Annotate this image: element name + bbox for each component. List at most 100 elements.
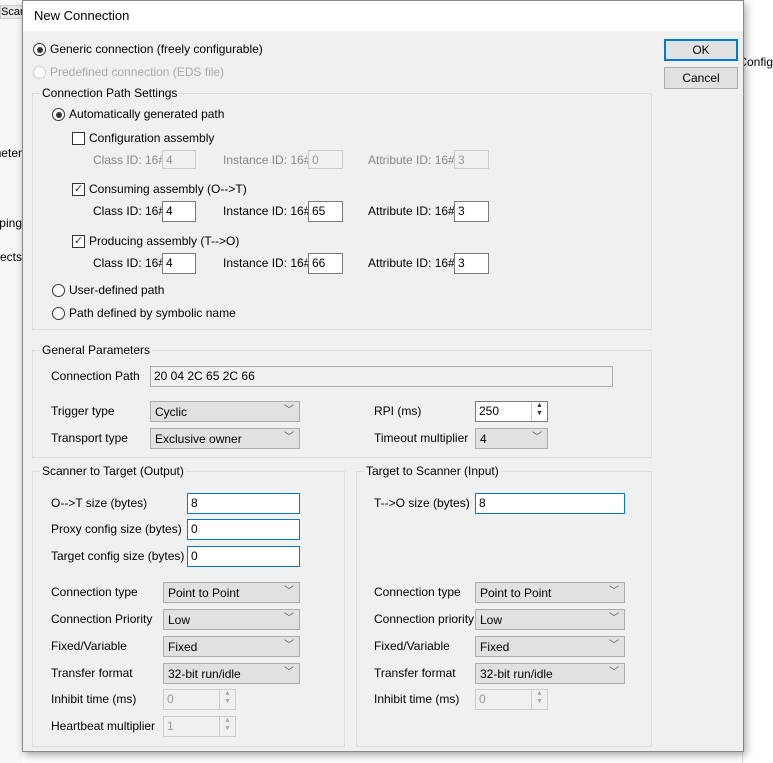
selected-value: Low	[168, 613, 191, 627]
input-transfer-format-select[interactable]: 32-bit run/idle ﹀	[475, 663, 625, 684]
connection-path-label: Connection Path	[51, 369, 140, 383]
auto-path-label[interactable]: Automatically generated path	[69, 107, 224, 121]
bg-tab-scan[interactable]: Scan	[0, 5, 24, 19]
chevron-down-icon: ﹀	[284, 640, 294, 651]
bg-item[interactable]: pping	[0, 216, 22, 230]
selected-value: 32-bit run/idle	[168, 667, 241, 681]
input-connection-type-label: Connection type	[374, 585, 461, 599]
consuming-instance-id-input[interactable]: 65	[308, 201, 343, 222]
target-config-size-input[interactable]: 0	[187, 546, 300, 567]
generic-connection-label[interactable]: Generic connection (freely configurable)	[50, 42, 263, 56]
output-inhibit-time-label: Inhibit time (ms)	[51, 692, 137, 706]
group-legend: Scanner to Target (Output)	[40, 464, 186, 478]
attribute-id-label: Attribute ID: 16#	[368, 153, 455, 167]
output-fixed-variable-select[interactable]: Fixed ﹀	[163, 636, 300, 657]
input-priority-select[interactable]: Low ﹀	[475, 609, 625, 630]
chevron-down-icon: ﹀	[284, 405, 294, 416]
symbolic-path-radio[interactable]	[52, 307, 65, 320]
bg-item[interactable]: meter	[0, 146, 22, 160]
consuming-class-id-input[interactable]: 4	[162, 201, 196, 222]
config-attribute-id-input: 3	[454, 150, 489, 169]
selected-value: Fixed	[480, 640, 510, 654]
group-legend: General Parameters	[40, 343, 153, 357]
predefined-connection-label: Predefined connection (EDS file)	[50, 65, 225, 79]
input-inhibit-time-label: Inhibit time (ms)	[374, 692, 460, 706]
output-priority-select[interactable]: Low ﹀	[163, 609, 300, 630]
rpi-spinbox[interactable]: 250 ▲ ▼	[475, 401, 548, 422]
input-priority-label: Connection priority	[374, 612, 475, 626]
chevron-down-icon: ﹀	[284, 586, 294, 597]
instance-id-label: Instance ID: 16#	[223, 153, 311, 167]
trigger-type-select[interactable]: Cyclic ﹀	[150, 401, 300, 422]
input-transfer-format-label: Transfer format	[374, 666, 456, 680]
producing-instance-id-input[interactable]: 66	[308, 253, 343, 274]
user-defined-path-radio[interactable]	[52, 284, 65, 297]
class-id-label: Class ID: 16#	[93, 256, 166, 270]
consuming-attribute-id-input[interactable]: 3	[454, 201, 489, 222]
connection-path-field: 20 04 2C 65 2C 66	[150, 366, 613, 387]
dialog-title: New Connection	[34, 8, 130, 23]
input-connection-type-select[interactable]: Point to Point ﹀	[475, 582, 625, 603]
user-defined-path-label[interactable]: User-defined path	[69, 283, 164, 297]
to-size-input[interactable]: 8	[475, 493, 625, 514]
output-connection-type-select[interactable]: Point to Point ﹀	[163, 582, 300, 603]
chevron-down-icon: ﹀	[284, 667, 294, 678]
ot-size-input[interactable]: 8	[187, 493, 300, 514]
attribute-id-label: Attribute ID: 16#	[368, 256, 455, 270]
heartbeat-multiplier-label: Heartbeat multiplier	[51, 719, 156, 733]
background-app-right	[742, 0, 773, 763]
transport-type-label: Transport type	[51, 431, 128, 445]
chevron-down-icon: ﹀	[609, 640, 619, 651]
chevron-down-icon: ﹀	[609, 613, 619, 624]
producing-class-id-input[interactable]: 4	[162, 253, 196, 274]
selected-value: Cyclic	[155, 405, 187, 419]
spin-arrows-icon: ▲ ▼	[531, 690, 547, 709]
chevron-down-icon: ﹀	[532, 432, 542, 443]
transport-type-select[interactable]: Exclusive owner ﹀	[150, 428, 300, 449]
config-assembly-label[interactable]: Configuration assembly	[89, 131, 214, 145]
spin-value: 1	[167, 719, 174, 733]
config-instance-id-input: 0	[308, 150, 343, 169]
producing-assembly-checkbox[interactable]: ✓	[72, 235, 85, 248]
spin-arrows-icon: ▲ ▼	[219, 717, 235, 736]
heartbeat-multiplier-spinbox: 1 ▲ ▼	[163, 716, 236, 737]
symbolic-path-label[interactable]: Path defined by symbolic name	[69, 306, 236, 320]
spin-arrows-icon[interactable]: ▲ ▼	[531, 402, 547, 421]
producing-assembly-label[interactable]: Producing assembly (T-->O)	[89, 234, 239, 248]
rpi-label: RPI (ms)	[374, 404, 422, 418]
title-bar: New Connection	[23, 1, 743, 31]
group-legend: Target to Scanner (Input)	[364, 464, 501, 478]
spin-value: 250	[479, 404, 500, 418]
output-connection-type-label: Connection type	[51, 585, 138, 599]
to-size-label: T-->O size (bytes)	[374, 496, 470, 510]
target-config-size-label: Target config size (bytes)	[51, 549, 185, 563]
output-transfer-format-select[interactable]: 32-bit run/idle ﹀	[163, 663, 300, 684]
selected-value: Low	[480, 613, 503, 627]
proxy-config-size-label: Proxy config size (bytes)	[51, 522, 182, 536]
output-priority-label: Connection Priority	[51, 612, 153, 626]
chevron-down-icon: ﹀	[609, 586, 619, 597]
selected-value: 4	[480, 432, 487, 446]
bg-item[interactable]: ects	[0, 250, 22, 264]
selected-value: Point to Point	[168, 586, 240, 600]
auto-path-radio[interactable]	[52, 108, 65, 121]
producing-attribute-id-input[interactable]: 3	[454, 253, 489, 274]
consuming-assembly-checkbox[interactable]: ✓	[72, 183, 85, 196]
generic-connection-radio[interactable]	[33, 43, 46, 56]
timeout-multiplier-select[interactable]: 4 ﹀	[475, 428, 548, 449]
proxy-config-size-input[interactable]: 0	[187, 519, 300, 540]
config-assembly-checkbox[interactable]	[72, 132, 85, 145]
consuming-assembly-label[interactable]: Consuming assembly (O-->T)	[89, 182, 247, 196]
output-transfer-format-label: Transfer format	[51, 666, 133, 680]
spin-value: 0	[479, 692, 486, 706]
group-legend: Connection Path Settings	[40, 86, 180, 100]
new-connection-dialog: New Connection OK Cancel Generic connect…	[22, 0, 744, 752]
input-fixed-variable-select[interactable]: Fixed ﹀	[475, 636, 625, 657]
background-app-left	[0, 0, 22, 763]
instance-id-label: Instance ID: 16#	[223, 204, 311, 218]
ok-button[interactable]: OK	[664, 39, 738, 61]
output-fixed-variable-label: Fixed/Variable	[51, 639, 127, 653]
cancel-button[interactable]: Cancel	[664, 67, 738, 89]
class-id-label: Class ID: 16#	[93, 204, 166, 218]
selected-value: Exclusive owner	[155, 432, 242, 446]
